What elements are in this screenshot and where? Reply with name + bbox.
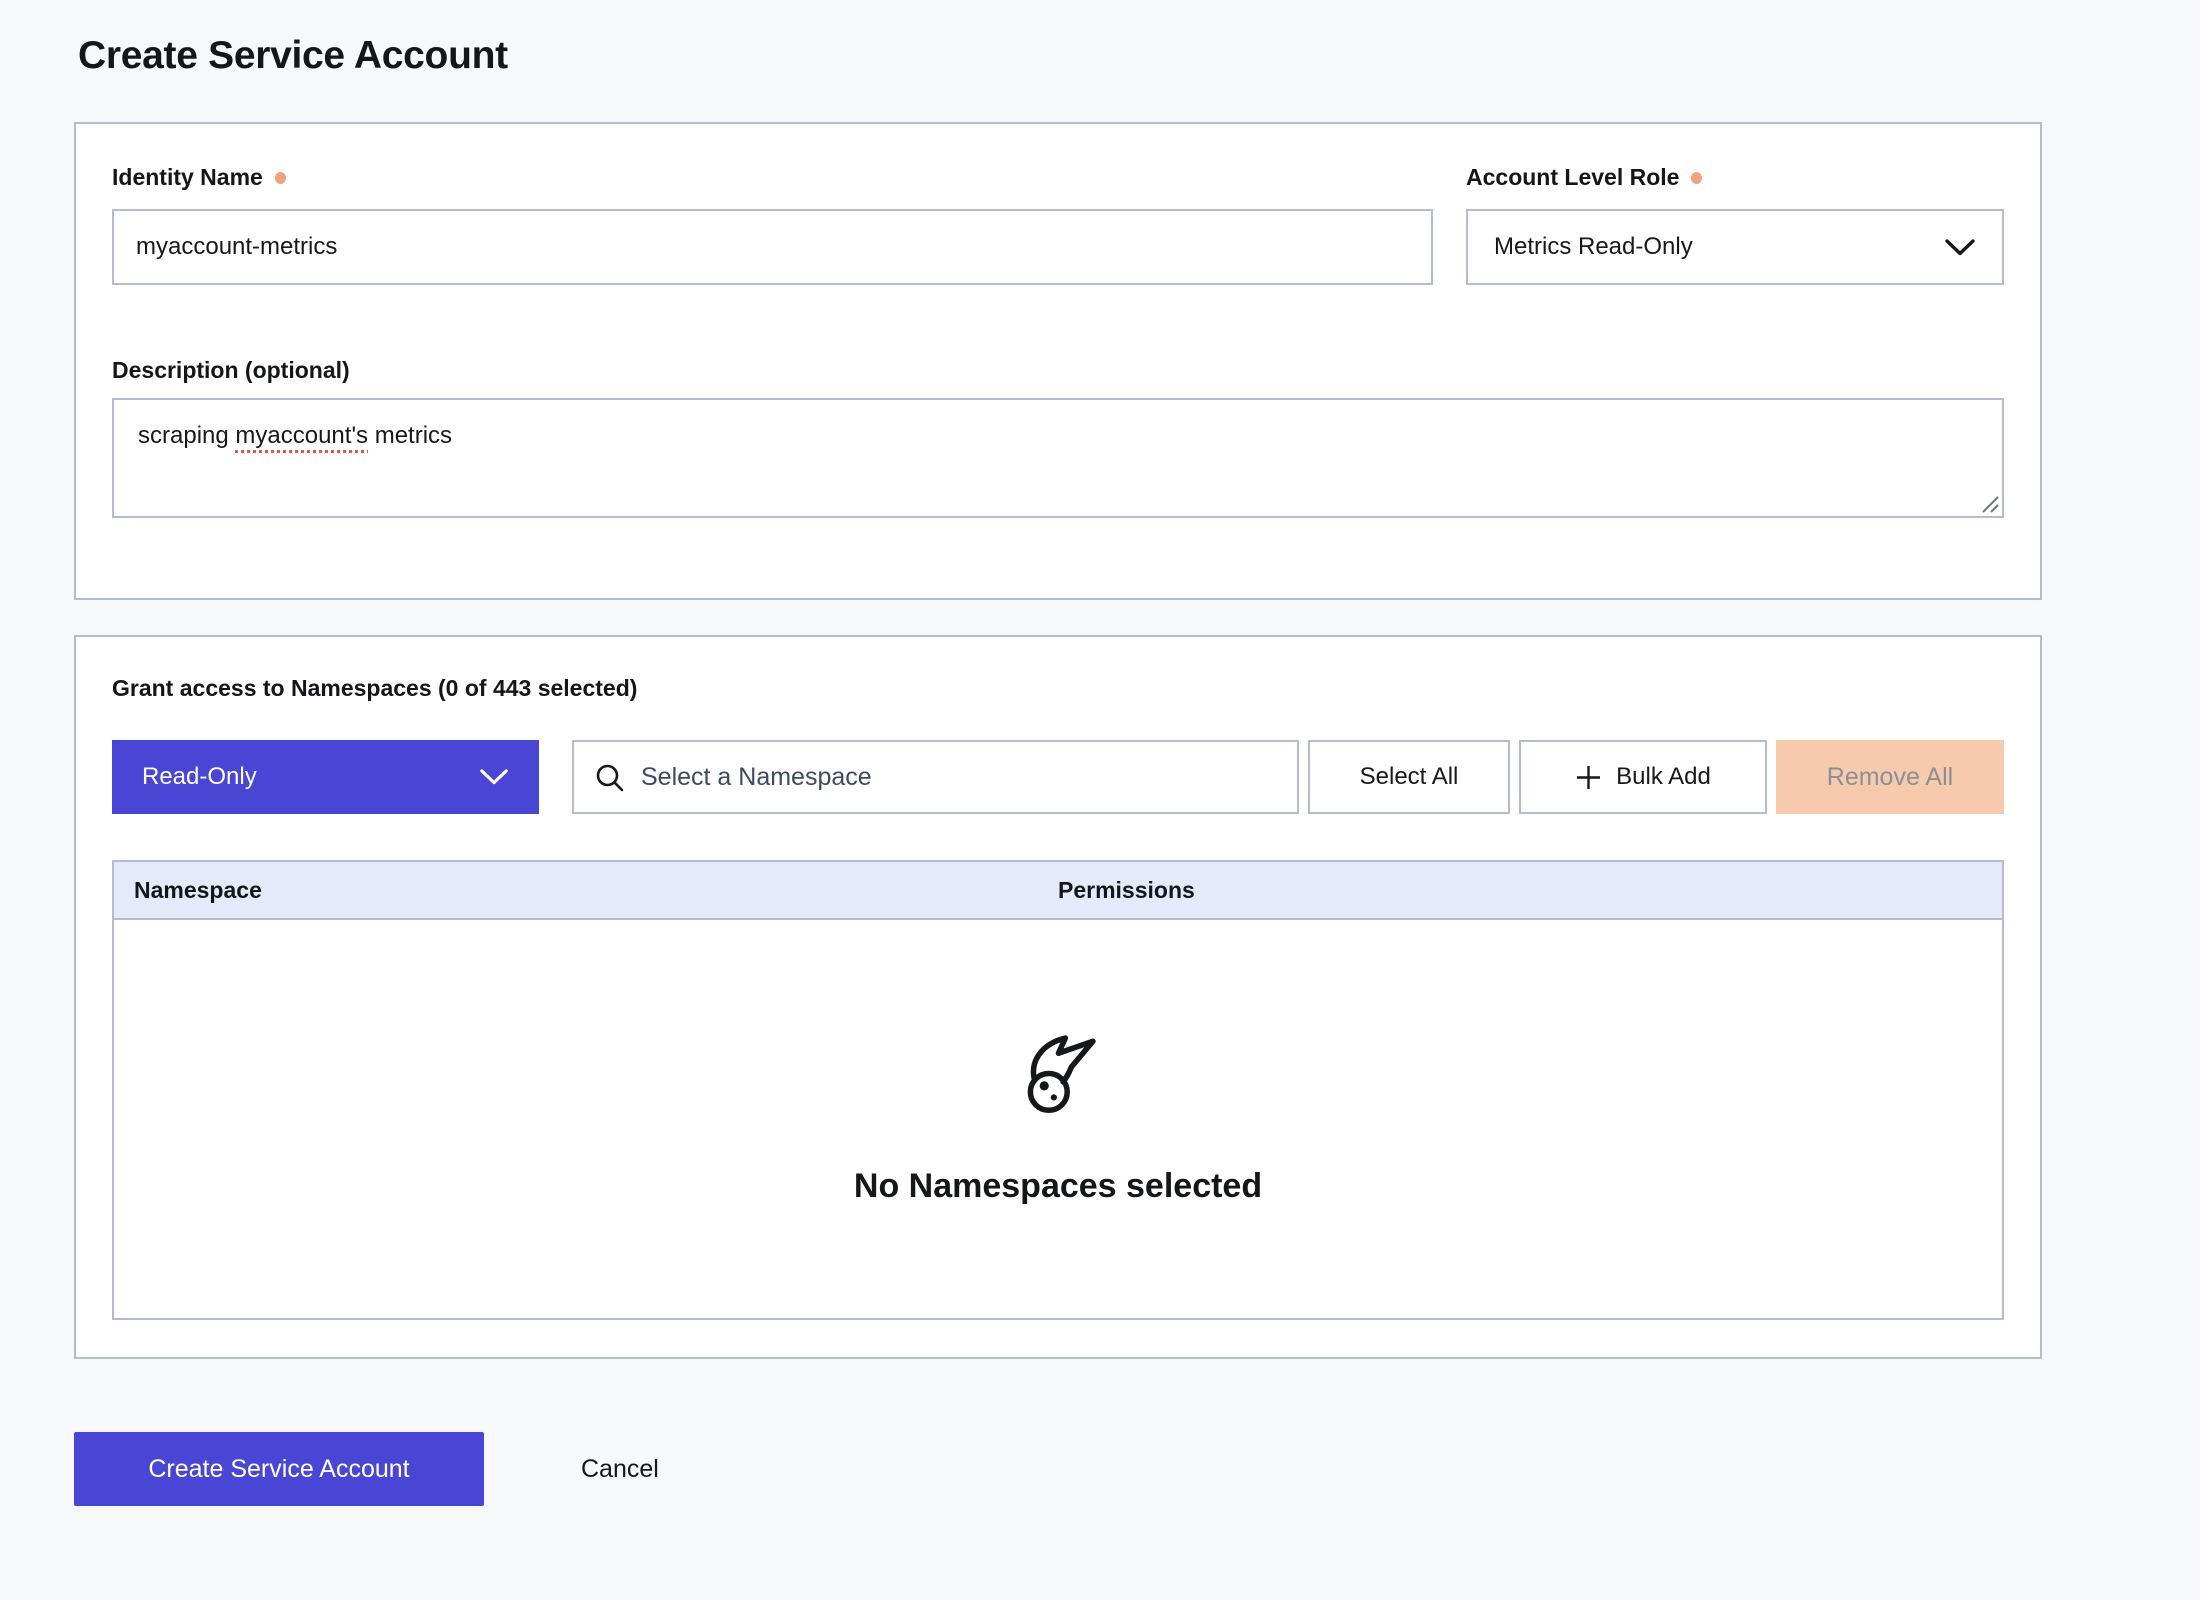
page-title: Create Service Account <box>78 34 2200 78</box>
account-level-role-value: Metrics Read-Only <box>1494 233 1693 261</box>
identity-name-label: Identity Name <box>112 164 263 191</box>
namespace-column-header: Namespace <box>114 877 1058 904</box>
search-icon <box>594 762 625 793</box>
namespace-search-input[interactable] <box>641 763 1277 792</box>
select-all-button[interactable]: Select All <box>1308 740 1510 814</box>
identity-panel: Identity Name Account Level Role Metrics… <box>74 122 2042 600</box>
chevron-down-icon <box>479 768 509 786</box>
identity-name-input[interactable] <box>112 209 1433 285</box>
permissions-column-header: Permissions <box>1058 877 2002 904</box>
account-level-role-label: Account Level Role <box>1466 164 1679 191</box>
cancel-button[interactable]: Cancel <box>581 1455 659 1484</box>
chevron-down-icon <box>1944 238 1976 257</box>
description-textarea[interactable]: scraping myaccount's metrics <box>112 398 2004 518</box>
namespaces-heading: Grant access to Namespaces (0 of 443 sel… <box>112 675 637 702</box>
account-level-role-select[interactable]: Metrics Read-Only <box>1466 209 2004 285</box>
required-indicator <box>275 172 286 184</box>
bulk-add-label: Bulk Add <box>1616 763 1711 791</box>
comet-icon <box>1012 1033 1104 1125</box>
remove-all-button[interactable]: Remove All <box>1776 740 2004 814</box>
permission-dropdown-value: Read-Only <box>142 763 257 791</box>
description-misspelled-word: myaccount's <box>235 422 368 449</box>
bulk-add-button[interactable]: Bulk Add <box>1519 740 1767 814</box>
required-indicator <box>1691 172 1702 184</box>
create-service-account-button[interactable]: Create Service Account <box>74 1432 484 1506</box>
create-service-account-page: Create Service Account Identity Name Acc… <box>0 0 2200 1506</box>
namespace-search <box>572 740 1299 814</box>
namespaces-table-header: Namespace Permissions <box>114 862 2002 920</box>
description-text-before: scraping <box>138 422 235 449</box>
permission-dropdown[interactable]: Read-Only <box>112 740 539 814</box>
namespaces-table-body: No Namespaces selected <box>114 920 2002 1318</box>
description-label: Description (optional) <box>112 357 350 384</box>
namespaces-panel: Grant access to Namespaces (0 of 443 sel… <box>74 635 2042 1359</box>
description-text-after: metrics <box>368 422 452 449</box>
resize-handle-icon[interactable] <box>1979 493 2000 514</box>
empty-state-text: No Namespaces selected <box>854 1167 1262 1206</box>
namespaces-toolbar: Read-Only Select All Bulk Add Remove All <box>112 740 2004 814</box>
form-actions: Create Service Account Cancel <box>74 1432 2200 1506</box>
namespaces-table: Namespace Permissions No Namespaces sele… <box>112 860 2004 1320</box>
plus-icon <box>1575 764 1602 791</box>
